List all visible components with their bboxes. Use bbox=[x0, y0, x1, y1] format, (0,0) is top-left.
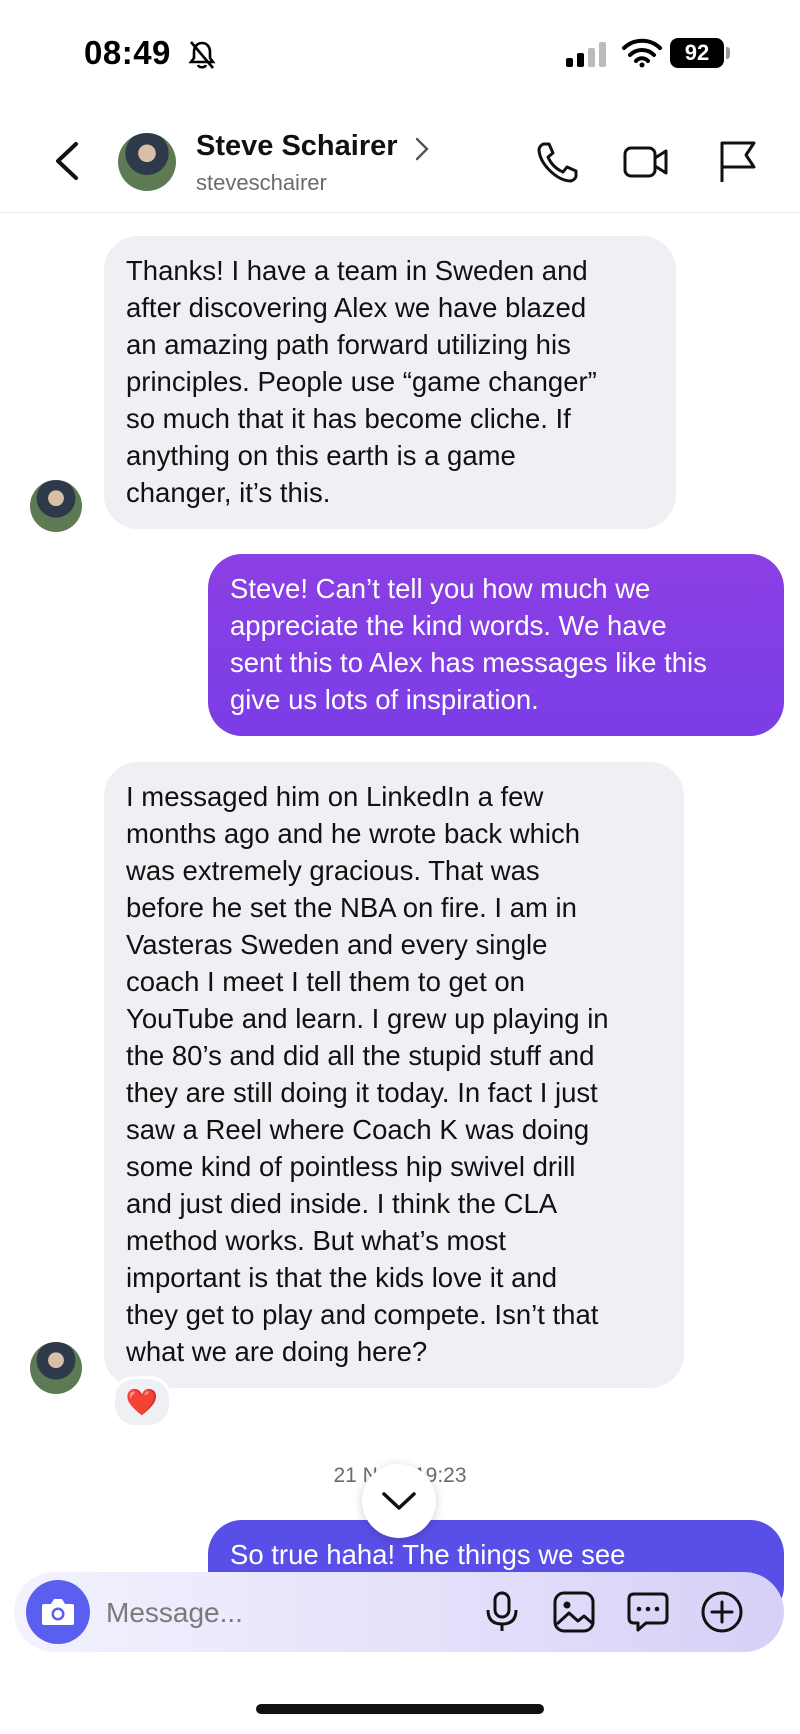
camera-button[interactable] bbox=[26, 1580, 90, 1644]
video-camera-icon[interactable] bbox=[622, 138, 670, 186]
reaction-badge[interactable]: ❤️ bbox=[112, 1376, 172, 1428]
status-bar: 08:49 92 bbox=[0, 0, 800, 108]
sender-avatar[interactable] bbox=[30, 480, 82, 532]
avatar[interactable] bbox=[118, 133, 176, 191]
battery-indicator: 92 bbox=[670, 38, 724, 68]
bell-off-icon bbox=[188, 41, 216, 69]
camera-icon bbox=[42, 1599, 74, 1625]
chat-bubble-icon[interactable] bbox=[626, 1590, 670, 1634]
back-button[interactable] bbox=[48, 138, 88, 184]
outgoing-message[interactable]: Steve! Can’t tell you how much we apprec… bbox=[208, 554, 784, 736]
incoming-message[interactable]: I messaged him on LinkedIn a few months … bbox=[104, 762, 684, 1388]
sender-avatar[interactable] bbox=[30, 1342, 82, 1394]
incoming-message[interactable]: Thanks! I have a team in Sweden and afte… bbox=[104, 236, 676, 529]
signal-icon bbox=[566, 42, 606, 67]
chat-header: Steve Schairer steveschairer bbox=[0, 108, 800, 213]
microphone-icon[interactable] bbox=[480, 1590, 524, 1634]
contact-username[interactable]: steveschairer bbox=[196, 170, 327, 196]
chevron-down-icon bbox=[382, 1492, 416, 1510]
message-input[interactable] bbox=[104, 1588, 468, 1638]
phone-icon[interactable] bbox=[534, 138, 582, 186]
contact-name[interactable]: Steve Schairer bbox=[196, 130, 398, 163]
chat-screen: 08:49 92 Steve Schairer steveschairer Th… bbox=[0, 0, 800, 1734]
image-icon[interactable] bbox=[552, 1590, 596, 1634]
wifi-icon bbox=[622, 38, 662, 68]
scroll-to-bottom-button[interactable] bbox=[362, 1464, 436, 1538]
flag-icon[interactable] bbox=[714, 138, 762, 186]
plus-circle-icon[interactable] bbox=[700, 1590, 744, 1634]
message-composer bbox=[14, 1572, 784, 1652]
status-time: 08:49 bbox=[84, 34, 171, 71]
home-indicator[interactable] bbox=[256, 1704, 544, 1714]
heart-reaction: ❤️ bbox=[125, 1386, 159, 1417]
chevron-right-icon[interactable] bbox=[414, 136, 430, 162]
battery-cap bbox=[726, 47, 730, 59]
